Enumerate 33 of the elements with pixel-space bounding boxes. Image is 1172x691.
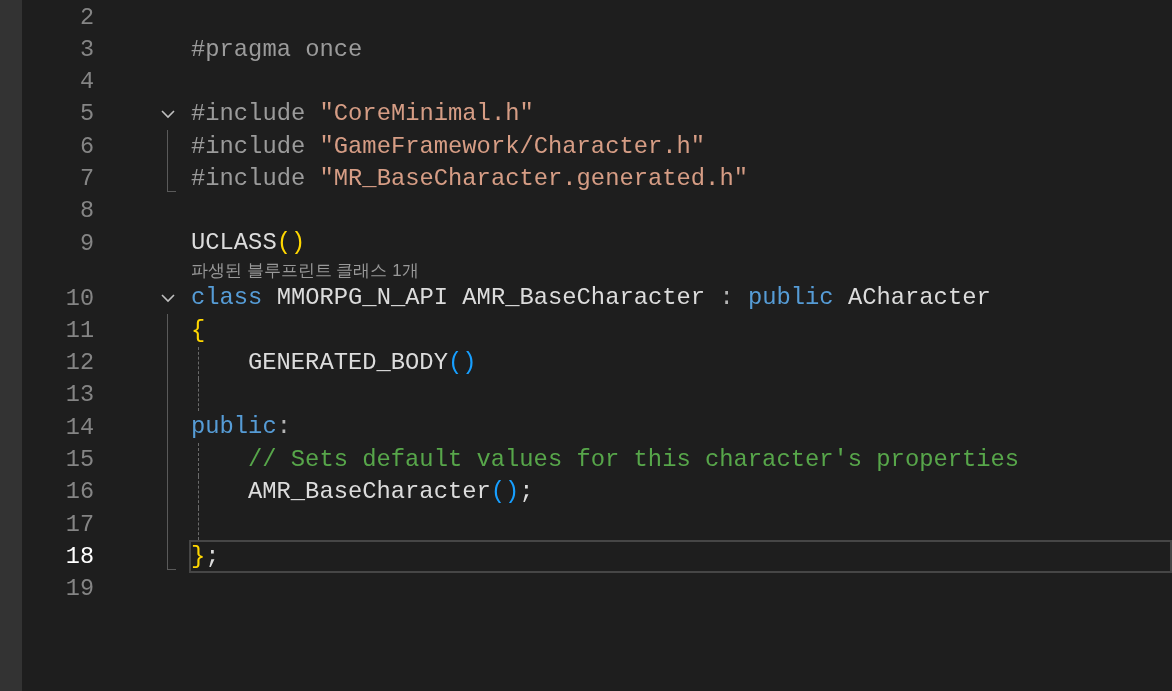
chevron-down-icon[interactable]: [161, 293, 175, 303]
code-line: #pragma once: [191, 34, 363, 65]
chevron-down-icon[interactable]: [161, 109, 175, 119]
line-number: 18: [65, 541, 94, 572]
line-number: 3: [79, 34, 94, 65]
line-number: 14: [65, 412, 94, 443]
codelens-hint[interactable]: 파생된 블루프린트 클래스 1개: [191, 262, 419, 280]
code-line: AMR_BaseCharacter();: [248, 477, 534, 508]
line-number: 8: [79, 196, 94, 227]
line-number: 19: [65, 574, 94, 605]
code-line: #include "GameFramework/Character.h": [191, 131, 706, 162]
code-line: UCLASS(): [191, 228, 306, 259]
code-line: // Sets default values for this character's properties: [248, 444, 1020, 475]
code-line: #include "CoreMinimal.h": [191, 99, 534, 130]
line-number: 17: [65, 509, 94, 540]
code-line: #include "MR_BaseCharacter.generated.h": [191, 163, 748, 194]
line-number: 10: [65, 283, 94, 314]
line-number: 6: [79, 131, 94, 162]
line-number: 2: [79, 2, 94, 33]
line-number: 16: [65, 477, 94, 508]
code-line: GENERATED_BODY(): [248, 347, 477, 378]
code-line: {: [191, 315, 206, 346]
code-line: };: [191, 541, 220, 572]
code-line: public:: [191, 412, 291, 443]
line-number: 12: [65, 348, 94, 379]
line-number: 4: [79, 67, 94, 98]
line-number: 9: [79, 228, 94, 259]
code-line: class MMORPG_N_API AMR_BaseCharacter : public ACharacter: [191, 283, 991, 314]
line-number: 13: [65, 380, 94, 411]
line-number: 5: [79, 99, 94, 130]
line-number: 15: [65, 445, 94, 475]
line-number: 11: [65, 315, 94, 346]
line-number: 7: [79, 164, 94, 194]
